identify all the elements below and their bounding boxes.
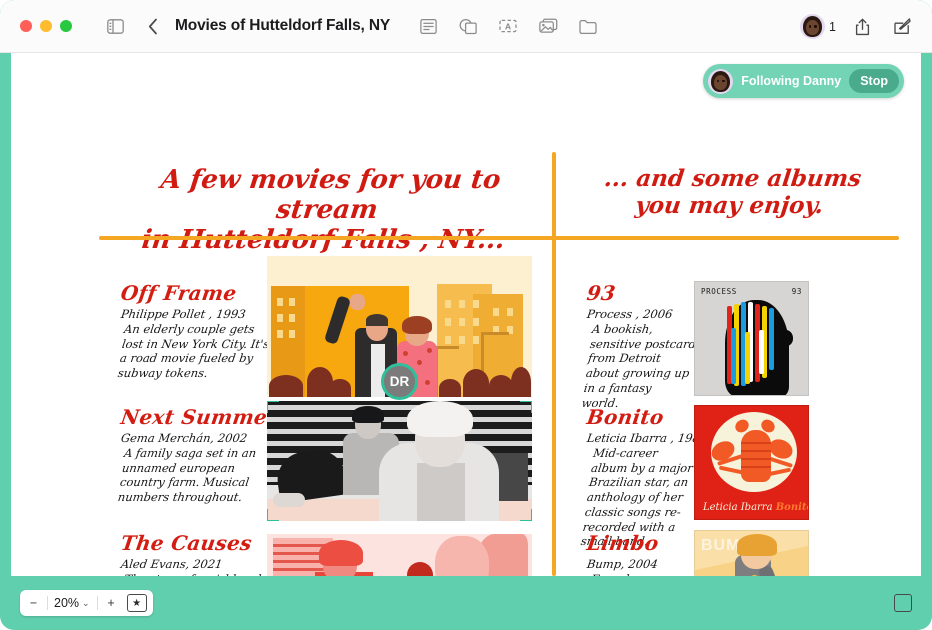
cover-label-number: 93 xyxy=(791,287,802,296)
album-credit: Bump, 2004 xyxy=(586,557,659,571)
shape-tool-icon[interactable] xyxy=(454,13,482,39)
zoom-out-button[interactable]: − xyxy=(20,590,47,616)
vertical-divider xyxy=(552,152,556,576)
movie-description: A family saga set in an unnamed european… xyxy=(116,446,258,505)
selection-handle-bottom-right[interactable] xyxy=(520,509,532,521)
movie-entry-off-frame[interactable]: Off Frame Philippe Pollet , 1993 An elde… xyxy=(117,281,271,381)
album-title: 93 xyxy=(585,281,618,305)
movie-title: The Causes xyxy=(119,531,254,555)
media-tool-icon[interactable] xyxy=(534,13,562,39)
following-badge[interactable]: Following Danny Stop xyxy=(703,64,904,98)
favorite-star-icon[interactable]: ★ xyxy=(126,594,147,612)
album-title: Limbo xyxy=(585,531,661,555)
minimize-button[interactable] xyxy=(40,20,52,32)
stop-following-button[interactable]: Stop xyxy=(849,69,899,93)
zoom-level-value: 20% xyxy=(54,596,80,610)
album-description: A bookish, sensitive postcard from Detro… xyxy=(580,322,698,410)
movie-title: Off Frame xyxy=(119,281,239,305)
title-bar: Movies of Hutteldorf Falls, NY A 1 xyxy=(0,0,932,53)
following-label: Following Danny xyxy=(741,74,842,88)
zoom-control[interactable]: − 20% ⌄ + ★ xyxy=(20,590,153,616)
album-credit: Leticia Ibarra , 1986 xyxy=(586,431,709,445)
movie-description: An elderly couple gets lost in New York … xyxy=(116,322,271,381)
following-avatar xyxy=(708,68,734,94)
document-title: Movies of Hutteldorf Falls, NY xyxy=(175,17,391,34)
cover-signature: Leticia Ibarra Bonito xyxy=(703,502,808,513)
album-cover-93[interactable]: PROCESS 93 xyxy=(694,281,809,396)
close-button[interactable] xyxy=(20,20,32,32)
zoom-button[interactable] xyxy=(60,20,72,32)
album-entry-bonito[interactable]: Bonito Leticia Ibarra , 1986 Mid-career … xyxy=(580,405,709,549)
text-tool-icon[interactable] xyxy=(414,13,442,39)
left-column-heading: A few movies for you to stream in Huttel… xyxy=(101,165,552,255)
avatar xyxy=(800,14,826,39)
heading-left-line-1: A few movies for you to stream xyxy=(159,165,503,226)
selection-handle-top-left[interactable] xyxy=(267,401,279,413)
collaborator-cursor-badge: DR xyxy=(381,363,418,400)
svg-text:A: A xyxy=(505,22,511,32)
album-cover-bonito[interactable]: Leticia Ibarra Bonito xyxy=(694,405,809,520)
heading-right-line-2: you may enjoy. xyxy=(633,191,826,219)
cover-label-artist: PROCESS xyxy=(701,287,737,296)
movie-credit: Aled Evans, 2021 xyxy=(120,557,224,571)
movie-entry-next-summer[interactable]: Next Summer Gema Merchán, 2002 A family … xyxy=(117,405,280,505)
album-entry-limbo[interactable]: Limbo Bump, 2004 French angry band mixes… xyxy=(585,531,697,576)
sticker-tool-icon[interactable]: A xyxy=(494,13,522,39)
horizontal-divider xyxy=(99,236,899,240)
fit-to-screen-icon[interactable] xyxy=(894,594,912,612)
file-tool-icon[interactable] xyxy=(574,13,602,39)
heading-right-line-1: ... and some albums xyxy=(602,165,863,192)
cover-artist-name: Leticia Ibarra xyxy=(703,502,776,513)
chevron-down-icon[interactable]: ⌄ xyxy=(82,598,97,609)
toolbar-tools: A xyxy=(414,13,602,39)
zoom-in-button[interactable]: + xyxy=(98,590,125,616)
share-icon[interactable] xyxy=(848,14,876,40)
collaborators[interactable]: 1 xyxy=(800,14,836,39)
board-canvas[interactable]: Following Danny Stop A few movies for yo… xyxy=(11,53,921,576)
the-causes-artwork[interactable] xyxy=(267,534,532,576)
album-entry-93[interactable]: 93 Process , 2006 A bookish, sensitive p… xyxy=(581,281,697,410)
sidebar-toggle-icon[interactable] xyxy=(101,13,129,39)
movie-entry-the-causes[interactable]: The Causes Aled Evans, 2021 The story of… xyxy=(119,531,271,576)
titlebar-right-group: 1 xyxy=(800,0,916,53)
album-credit: Process , 2006 xyxy=(586,307,674,321)
collaborator-count: 1 xyxy=(829,19,836,34)
bottom-bar: − 20% ⌄ + ★ xyxy=(0,576,932,630)
album-cover-limbo[interactable]: BUMP LIMBO xyxy=(694,530,809,576)
selection-handle-top-right[interactable] xyxy=(520,401,532,413)
traffic-light-buttons xyxy=(20,20,72,32)
selection-handle-bottom-left[interactable] xyxy=(267,509,279,521)
app-window: Movies of Hutteldorf Falls, NY A 1 Follo… xyxy=(0,0,932,630)
heading-left-line-2: in Hutteldorf Falls , NY... xyxy=(140,225,507,256)
compose-icon[interactable] xyxy=(888,14,916,40)
right-column-heading: ... and some albums you may enjoy. xyxy=(568,165,895,219)
album-title: Bonito xyxy=(585,405,666,429)
movie-credit: Gema Merchán, 2002 xyxy=(120,431,249,445)
movie-title: Next Summer xyxy=(119,405,280,429)
back-icon[interactable] xyxy=(139,13,167,39)
movie-credit: Philippe Pollet , 1993 xyxy=(120,307,247,321)
next-summer-artwork[interactable] xyxy=(267,401,532,521)
cover-album-name: Bonito xyxy=(775,502,808,513)
